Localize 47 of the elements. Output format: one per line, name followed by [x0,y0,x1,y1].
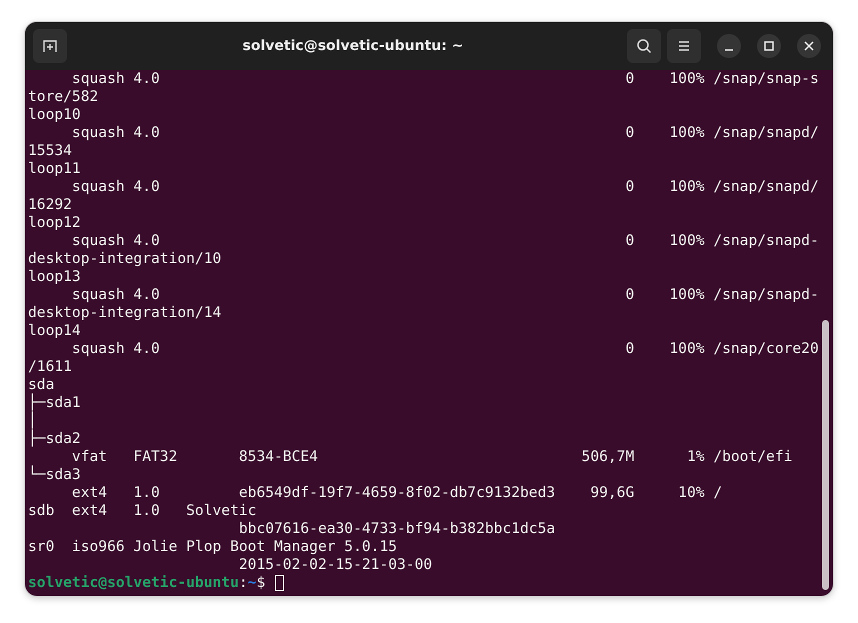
terminal-line: sr0 iso966 Jolie Plop Boot Manager 5.0.15 [28,538,398,556]
terminal-line: squash 4.0 0 100% /snap/snapd- [70,232,819,250]
text-cursor [275,575,284,591]
terminal-line: squash 4.0 0 100% /snap/snapd/ [70,124,819,142]
terminal-line: squash 4.0 0 100% /snap/core20 [70,340,819,358]
terminal-line: vfat FAT32 8534-BCE4 506,7M 1% /boot/efi [70,448,794,465]
terminal-line: sdb ext4 1.0 Solvetic [28,502,258,520]
terminal-line: 16292 [28,196,73,214]
terminal-line: squash 4.0 0 100% /snap/snapd/ [70,178,819,196]
minimize-icon [725,49,733,51]
terminal-line: squash 4.0 0 100% /snap/snap-s [70,70,819,88]
terminal-line: ├─sda1 [28,394,82,411]
prompt-user-host: solvetic@solvetic-ubuntu [28,574,239,592]
scrollbar-thumb[interactable] [822,320,829,590]
terminal-line: loop11 [28,160,82,178]
terminal-line: loop13 [28,268,82,286]
prompt-symbol: $ [256,574,266,592]
maximize-icon [764,41,774,51]
search-button[interactable] [627,29,661,63]
search-icon [636,38,652,54]
terminal-line: squash 4.0 0 100% /snap/snapd- [70,286,819,304]
terminal-line: 15534 [28,142,73,160]
maximize-button[interactable] [757,34,781,58]
minimize-button[interactable] [717,34,741,58]
new-tab-button[interactable] [33,29,67,63]
terminal-line: desktop-integration/14 [28,304,222,322]
prompt-separator: : [238,574,248,592]
terminal-line: ├─sda2 [28,430,82,448]
menu-button[interactable] [667,29,701,63]
terminal-line: loop12 [28,214,82,232]
terminal-line: sda [28,376,56,393]
terminal-line: desktop-integration/10 [28,250,222,268]
close-icon [804,41,814,51]
terminal-line: 2015-02-02-15-21-03-00 [238,556,434,574]
menu-icon [677,40,691,52]
terminal-line: loop14 [28,322,82,340]
terminal-line: /1611 [28,358,73,376]
new-tab-icon [42,38,58,54]
terminal-line: ext4 1.0 eb6549df-19f7-4659-8f02-db7c9132bed3 99,6G 10% / [70,484,724,502]
terminal-line: │ [28,412,38,429]
terminal-line: └─sda3 [28,466,82,484]
terminal-line: loop10 [28,106,82,124]
prompt-path: ~ [248,574,256,592]
window-title: solvetic@solvetic-ubuntu: ~ [242,38,464,54]
close-button[interactable] [797,34,821,58]
terminal-line: bbc07616-ea30-4733-bf94-b382bbc1dc5a [238,520,556,538]
terminal-line: tore/582 [28,88,100,106]
